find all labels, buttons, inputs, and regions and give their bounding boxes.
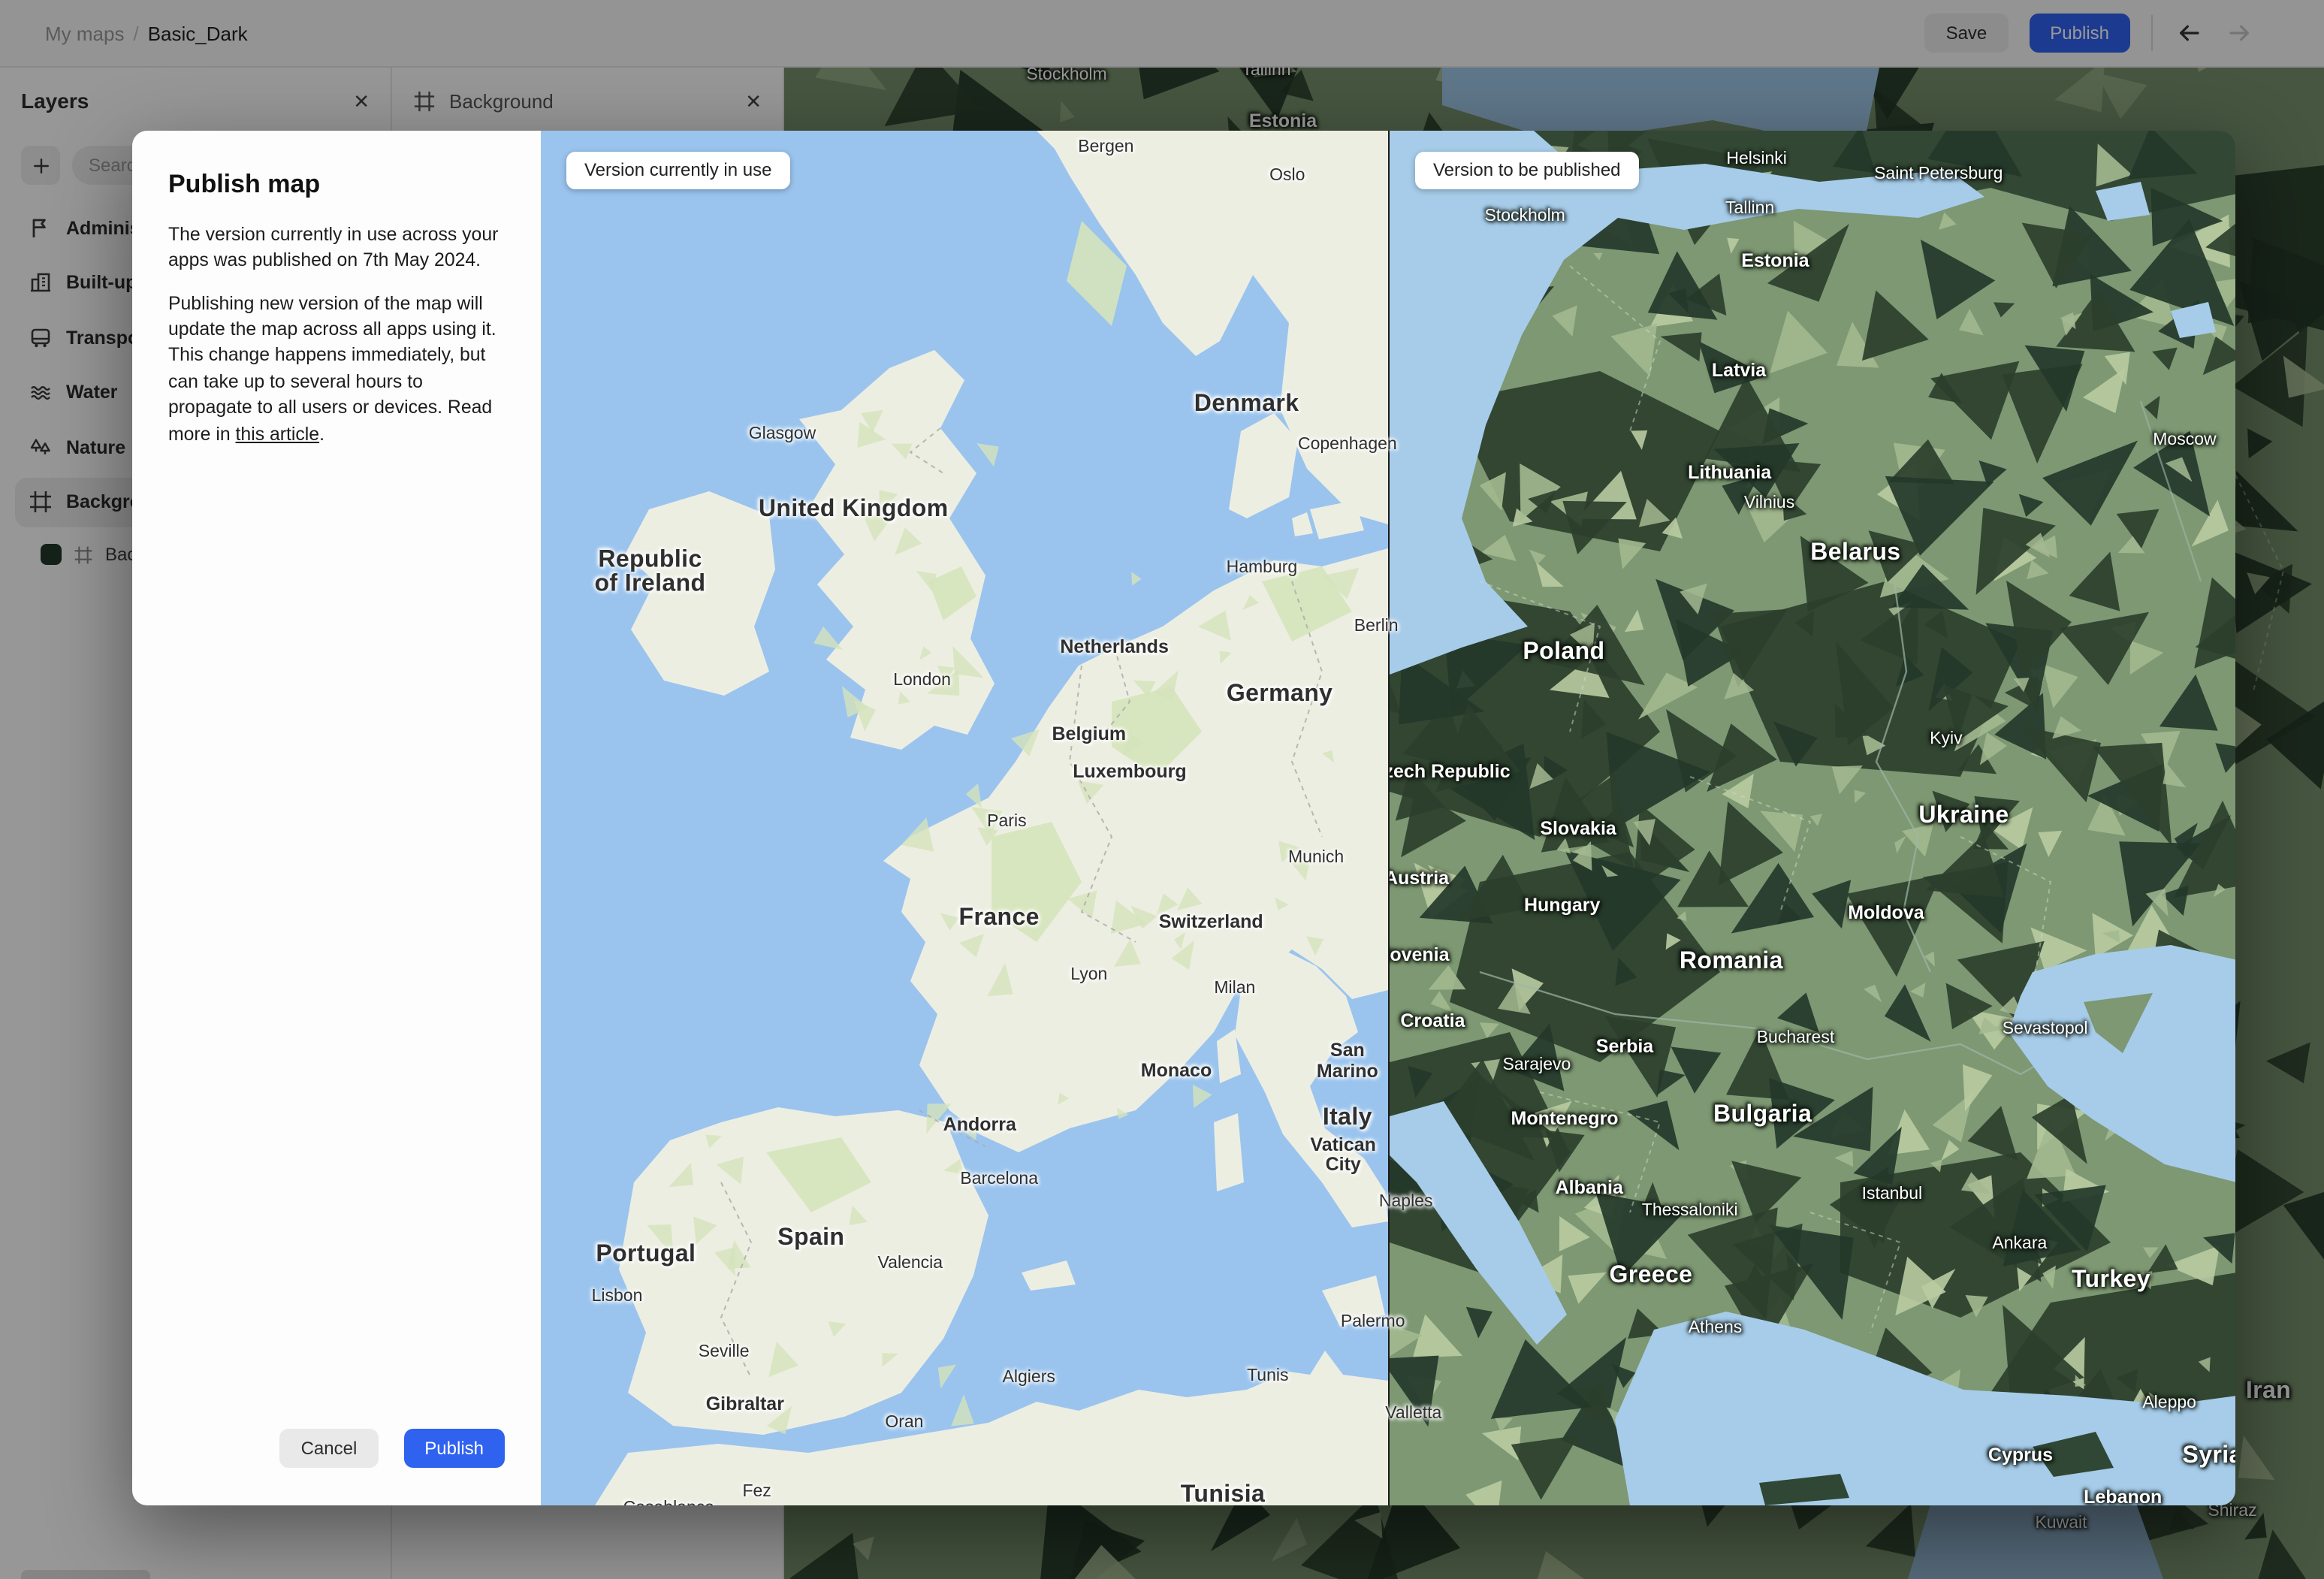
app-window: Stockholm Tallinn Estonia Iran Shiraz Kuwait … <box>0 0 2324 1579</box>
dialog-title: Publish map <box>168 170 321 198</box>
map-pane-new-version[interactable]: Helsinki Saint Petersburg Stockholm Tallinn… <box>1388 131 2235 1505</box>
version-compare: Bergen Oslo Glasgow United Kingdom Republic … <box>541 131 2235 1505</box>
current-version-badge: Version currently in use <box>566 152 790 189</box>
publish-modal: Publish map The version currently in use… <box>132 131 2235 1505</box>
dialog-paragraph-2: Publishing new version of the map will u… <box>168 292 496 445</box>
this-article-link[interactable]: this article <box>236 423 320 444</box>
publish-button-dialog[interactable]: Publish <box>403 1429 505 1468</box>
dialog-paragraph-1: The version currently in use across your… <box>168 224 499 271</box>
new-version-badge: Version to be published <box>1415 152 1639 189</box>
cancel-button[interactable]: Cancel <box>279 1429 379 1468</box>
publish-dialog: Publish map The version currently in use… <box>132 131 541 1505</box>
map-pane-current-version[interactable]: Bergen Oslo Glasgow United Kingdom Republic … <box>541 131 1441 1505</box>
